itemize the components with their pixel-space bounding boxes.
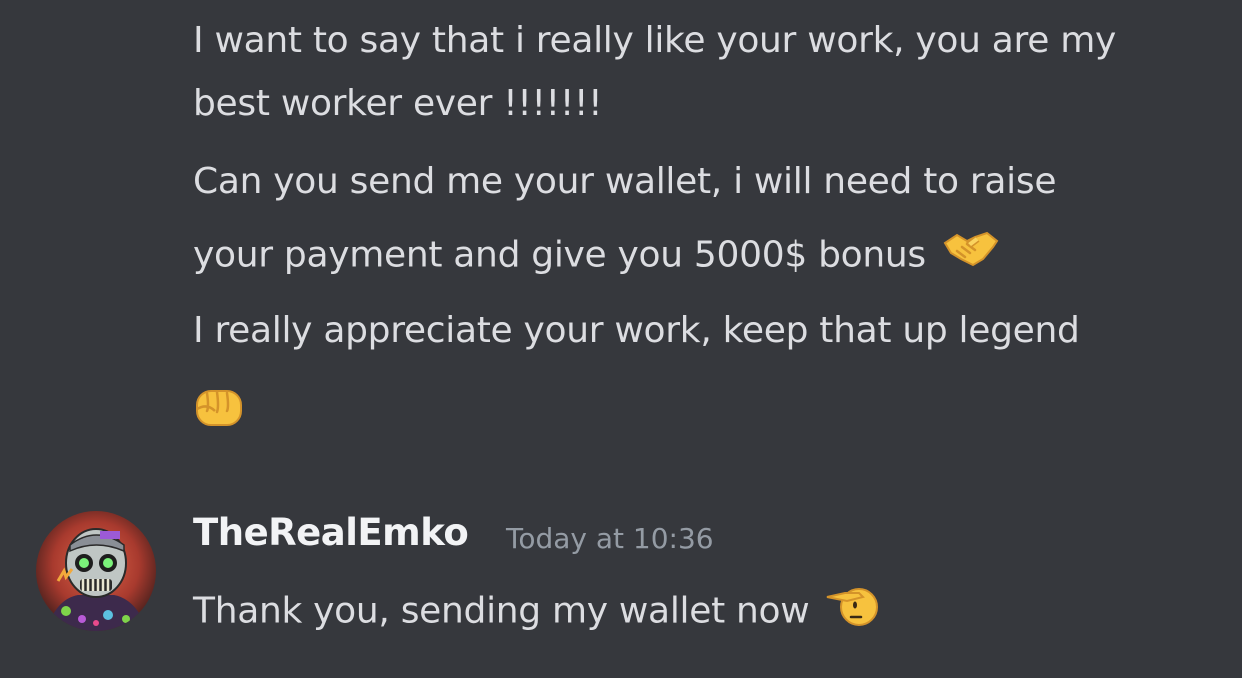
handshake-emoji-icon[interactable] <box>943 229 999 278</box>
message-line: best worker ever !!!!!!! <box>193 83 603 124</box>
timestamp: Today at 10:36 <box>506 522 714 555</box>
zombie-avatar-icon <box>36 511 156 631</box>
message-line: I really appreciate your work, keep that… <box>193 310 1080 351</box>
message-line: Can you send me your wallet, i will need… <box>193 161 1057 202</box>
saluting-face-emoji-icon[interactable] <box>825 583 881 638</box>
oncoming-fist-emoji-icon[interactable] <box>193 385 247 433</box>
message-line: Thank you, sending my wallet now <box>193 590 810 632</box>
avatar[interactable] <box>36 511 156 631</box>
message-line-with-emoji: Thank you, sending my wallet now <box>193 585 878 640</box>
chat-message-list: I want to say that i really like your wo… <box>0 0 1242 678</box>
username[interactable]: TheRealEmko <box>193 511 469 554</box>
message-line: I want to say that i really like your wo… <box>193 20 1117 61</box>
message-line-with-emoji: your payment and give you 5000$ bonus <box>193 231 999 281</box>
message-line: your payment and give you 5000$ bonus <box>193 234 926 276</box>
